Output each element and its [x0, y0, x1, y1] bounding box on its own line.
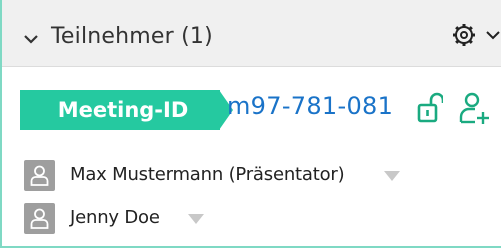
meeting-id-link[interactable]: m97-781-081: [227, 92, 393, 120]
participant-name: Max Mustermann (Präsentator): [70, 164, 345, 185]
person-icon: [24, 203, 55, 234]
meeting-id-label: Meeting-ID: [20, 90, 220, 130]
gear-icon[interactable]: [453, 22, 485, 48]
panel-header[interactable]: Teilnehmer (1): [2, 0, 501, 67]
unlocked-icon[interactable]: [417, 91, 443, 123]
panel-title: Teilnehmer (1): [51, 24, 213, 49]
chevron-down-icon[interactable]: [24, 34, 38, 44]
participant-menu-caret-icon[interactable]: [384, 171, 400, 181]
person-icon: [24, 160, 55, 191]
settings-dropdown-icon[interactable]: [486, 30, 500, 40]
add-user-icon[interactable]: [458, 91, 492, 125]
participant-name: Jenny Doe: [70, 207, 160, 228]
participants-panel: Teilnehmer (1) Meeting-ID m97-781-081 Ma…: [0, 0, 501, 248]
participant-menu-caret-icon[interactable]: [188, 214, 204, 224]
